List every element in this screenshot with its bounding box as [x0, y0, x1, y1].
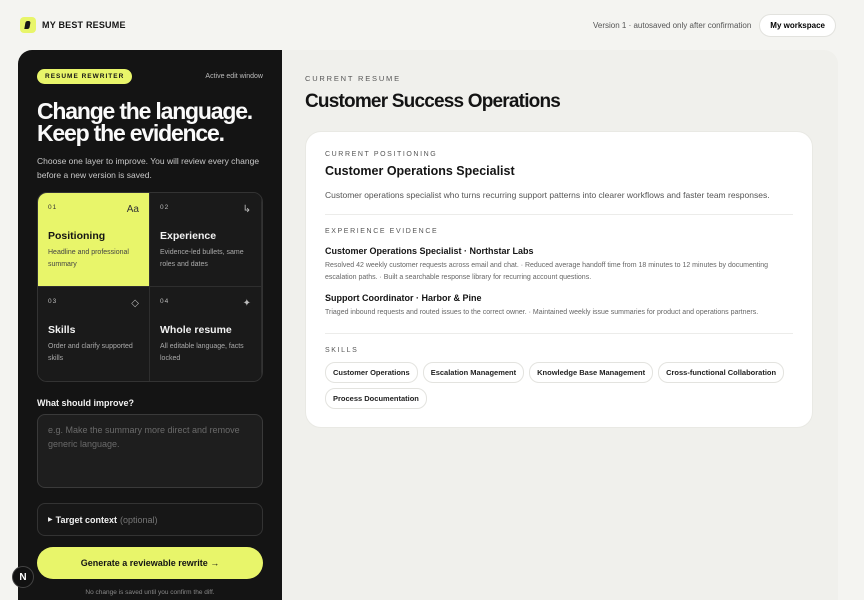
resume-title: Customer Success Operations — [305, 91, 561, 112]
divider — [325, 333, 793, 334]
layer-title: Skills — [48, 324, 76, 336]
layer-number: 01 — [48, 204, 58, 211]
skill-chip: Knowledge Base Management — [529, 362, 654, 383]
skill-chip: Process Documentation — [325, 388, 427, 409]
skill-chip: Customer Operations — [325, 362, 418, 383]
experience-item: Customer Operations Specialist · Northst… — [325, 246, 793, 284]
target-context-toggle[interactable]: ▶ Target context (optional) — [37, 503, 263, 536]
improve-input[interactable] — [37, 414, 263, 488]
brand-name: MY BEST RESUME — [42, 20, 126, 30]
headline-line-2: Keep the evidence. — [37, 120, 225, 146]
rewriter-headline: Change the language. Keep the evidence. — [37, 100, 263, 146]
layer-option-positioning[interactable]: 01 Aa Positioning Headline and professio… — [38, 193, 150, 287]
layer-number: 04 — [160, 298, 170, 305]
role-title: Customer Operations Specialist · Northst… — [325, 246, 534, 256]
skill-chip: Escalation Management — [422, 362, 525, 383]
sparkle-icon: ✦ — [242, 298, 251, 309]
experience-list: Customer Operations Specialist · Northst… — [325, 246, 793, 319]
layer-title: Whole resume — [160, 324, 232, 336]
layer-title: Experience — [160, 230, 217, 242]
role-bullets: Triaged inbound requests and routed issu… — [325, 309, 759, 316]
version-status: Version 1 · autosaved only after confirm… — [592, 20, 752, 30]
layer-option-experience[interactable]: 02 ↳ Experience Evidence-led bullets, sa… — [150, 193, 262, 287]
layer-option-whole-resume[interactable]: 04 ✦ Whole resume All editable language,… — [150, 287, 262, 381]
resume-card: CURRENT POSITIONING Customer Operations … — [305, 131, 813, 428]
caret-right-icon: ▶ — [48, 517, 53, 523]
rewriter-header: RESUME REWRITER Active edit window — [37, 69, 263, 84]
improve-label: What should improve? — [37, 398, 135, 408]
brand[interactable]: MY BEST RESUME — [20, 17, 126, 33]
target-context-optional: (optional) — [119, 514, 158, 525]
layer-description: Evidence-led bullets, same roles and dat… — [160, 249, 244, 268]
active-edit-label: Active edit window — [205, 73, 263, 80]
rewriter-panel: RESUME REWRITER Active edit window Chang… — [18, 50, 282, 600]
target-context-label: Target context — [55, 514, 117, 525]
role-title: Support Coordinator · Harbor & Pine — [325, 293, 482, 303]
resume-panel: CURRENT RESUME Customer Success Operatio… — [282, 50, 838, 600]
diamond-icon: ◇ — [131, 298, 139, 309]
experience-item: Support Coordinator · Harbor & Pine Tria… — [325, 293, 793, 319]
layer-option-skills[interactable]: 03 ◇ Skills Order and clarify supported … — [38, 287, 150, 381]
brand-logo-icon — [20, 17, 36, 33]
resume-eyebrow: CURRENT RESUME — [305, 74, 401, 83]
positioning-summary: Customer operations specialist who turns… — [325, 190, 770, 200]
layer-description: Order and clarify supported skills — [48, 343, 133, 362]
positioning-label: CURRENT POSITIONING — [325, 151, 438, 158]
arrow-return-icon: ↳ — [242, 204, 251, 215]
layer-number: 03 — [48, 298, 58, 305]
layer-description: Headline and professional summary — [48, 249, 129, 268]
my-workspace-button[interactable]: My workspace — [759, 13, 836, 37]
skills-list: Customer Operations Escalation Managemen… — [325, 362, 795, 409]
experience-label: EXPERIENCE EVIDENCE — [325, 228, 439, 235]
floating-n-badge[interactable]: N — [12, 566, 34, 588]
divider — [325, 214, 793, 215]
text-format-icon: Aa — [126, 204, 139, 215]
skill-chip: Cross-functional Collaboration — [658, 362, 785, 383]
rewriter-intro: Choose one layer to improve. You will re… — [37, 156, 260, 180]
top-bar: MY BEST RESUME Version 1 · autosaved onl… — [0, 0, 864, 50]
layer-description: All editable language, facts locked — [160, 343, 244, 362]
positioning-title: Customer Operations Specialist — [325, 164, 515, 178]
generate-rewrite-button[interactable]: Generate a reviewable rewrite → — [37, 547, 263, 579]
layer-number: 02 — [160, 204, 170, 211]
rewriter-badge: RESUME REWRITER — [37, 69, 133, 84]
skills-label: SKILLS — [325, 347, 359, 354]
role-bullets: Resolved 42 weekly customer requests acr… — [325, 262, 769, 281]
layer-title: Positioning — [48, 230, 106, 242]
top-right: Version 1 · autosaved only after confirm… — [592, 13, 836, 37]
save-note: No change is saved until you confirm the… — [85, 589, 215, 596]
layer-grid: 01 Aa Positioning Headline and professio… — [37, 192, 263, 382]
